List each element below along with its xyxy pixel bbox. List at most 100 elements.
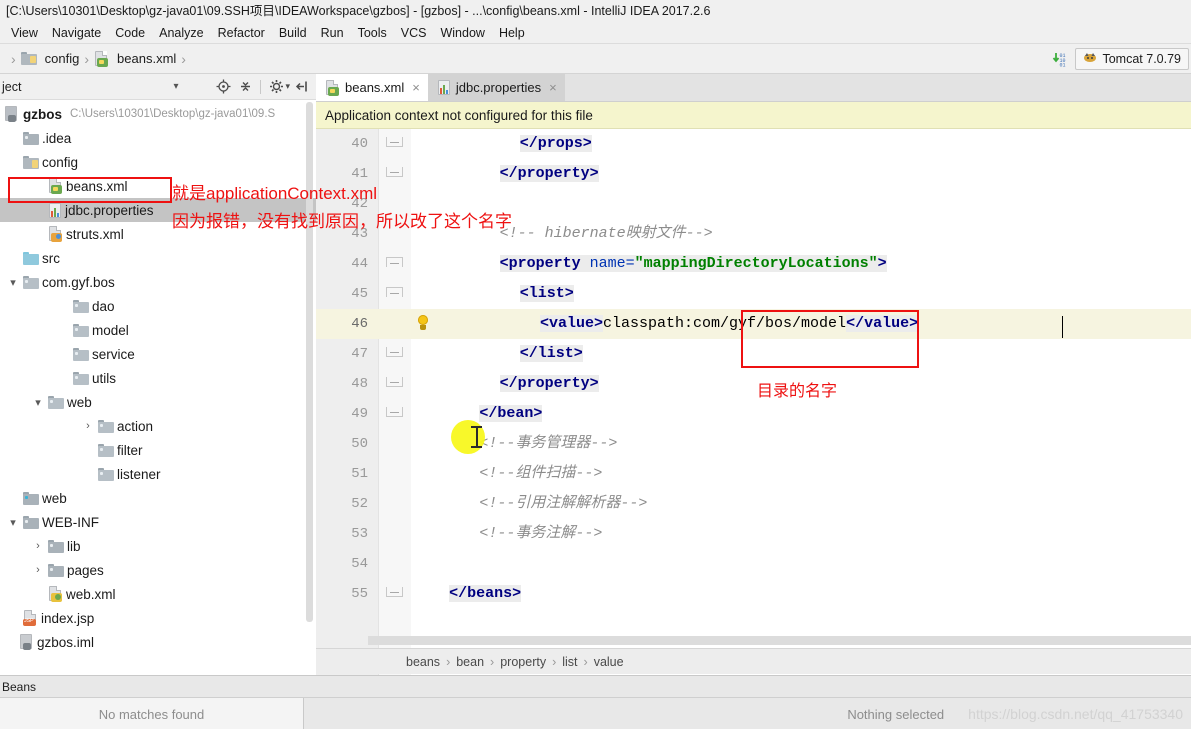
menu-item-build[interactable]: Build [272, 23, 314, 43]
breadcrumb-config-label: config [44, 51, 80, 66]
menu-item-window[interactable]: Window [433, 23, 491, 43]
editor-tab-jdbc-properties[interactable]: jdbc.properties × [427, 74, 565, 101]
code-text: </property> [499, 369, 599, 399]
chevron-down-icon[interactable]: ▾ [173, 81, 178, 92]
tree-item-index-jsp[interactable]: index.jsp [0, 606, 316, 630]
menu-item-refactor[interactable]: Refactor [211, 23, 272, 43]
fold-marker[interactable] [386, 257, 403, 267]
close-icon[interactable]: × [412, 80, 420, 95]
folder-icon [23, 515, 39, 529]
tree-item-lib[interactable]: › lib [0, 534, 316, 558]
chevron-right-icon[interactable]: › [81, 419, 95, 433]
tree-root-gzbos[interactable]: gzbos C:\Users\10301\Desktop\gz-java01\0… [0, 102, 316, 126]
menu-item-navigate[interactable]: Navigate [45, 23, 108, 43]
code-line-44[interactable]: 44 <property name="mappingDirectoryLocati… [316, 249, 1191, 279]
hide-panel-icon[interactable] [292, 77, 312, 97]
menu-item-code[interactable]: Code [108, 23, 152, 43]
tree-item-label: index.jsp [41, 610, 95, 626]
fold-marker[interactable] [386, 377, 403, 387]
menu-item-run[interactable]: Run [314, 23, 351, 43]
fold-marker[interactable] [386, 587, 403, 597]
intention-bulb-icon[interactable] [415, 314, 431, 334]
code-line-41[interactable]: 41 </property> [316, 159, 1191, 189]
run-configuration-selector[interactable]: Tomcat 7.0.79 [1075, 47, 1189, 70]
line-number: 51 [351, 466, 368, 482]
code-token: <!--事务管理器--> [479, 435, 618, 452]
tree-item-utils[interactable]: utils [0, 366, 316, 390]
menu-item-view[interactable]: View [4, 23, 45, 43]
tree-item-listener[interactable]: listener [0, 462, 316, 486]
chevron-down-icon[interactable]: ▾ [6, 275, 20, 289]
tree-item-com-gyf-bos[interactable]: ▾ com.gyf.bos [0, 270, 316, 294]
code-line-50[interactable]: 50 <!--事务管理器--> [316, 429, 1191, 459]
code-line-45[interactable]: 45 <list> [316, 279, 1191, 309]
tree-item-gzbos-iml[interactable]: gzbos.iml [0, 630, 316, 654]
code-line-49[interactable]: 49 </bean> [316, 399, 1191, 429]
editor-breadcrumb-item-property[interactable]: property [500, 655, 546, 669]
tree-item--idea[interactable]: .idea [0, 126, 316, 150]
code-line-48[interactable]: 48 </property> [316, 369, 1191, 399]
breadcrumb-item-beans-xml[interactable]: beans.xml › [94, 50, 191, 67]
chevron-down-icon[interactable]: ▾ [285, 81, 290, 92]
code-text: <!--引用注解解析器--> [479, 489, 647, 519]
tree-item-web[interactable]: ▾ web [0, 390, 316, 414]
fold-marker[interactable] [386, 347, 403, 357]
locate-file-icon[interactable] [213, 77, 233, 97]
editor-breadcrumb[interactable]: beans › bean › property › list › value [316, 648, 1191, 674]
menu-item-vcs[interactable]: VCS [394, 23, 434, 43]
breadcrumb-root[interactable]: › [6, 51, 21, 67]
tree-item-pages[interactable]: › pages [0, 558, 316, 582]
tree-item-label: com.gyf.bos [42, 274, 115, 290]
code-line-52[interactable]: 52 <!--引用注解解析器--> [316, 489, 1191, 519]
fold-marker[interactable] [386, 287, 403, 297]
chevron-right-icon[interactable]: › [31, 563, 45, 577]
collapse-all-icon[interactable] [235, 77, 255, 97]
fold-marker[interactable] [386, 167, 403, 177]
gear-icon[interactable] [266, 77, 286, 97]
tree-item-dao[interactable]: dao [0, 294, 316, 318]
tree-item-web-inf[interactable]: ▾ WEB-INF [0, 510, 316, 534]
menu-item-analyze[interactable]: Analyze [152, 23, 210, 43]
menu-item-help[interactable]: Help [492, 23, 532, 43]
close-icon[interactable]: × [549, 80, 557, 95]
code-text: <property name="mappingDirectoryLocation… [499, 249, 887, 279]
code-line-53[interactable]: 53 <!--事务注解--> [316, 519, 1191, 549]
tree-item-action[interactable]: › action [0, 414, 316, 438]
code-token: </property> [499, 165, 599, 182]
tree-item-config[interactable]: config [0, 150, 316, 174]
project-panel-title: ject [2, 79, 22, 94]
chevron-down-icon[interactable]: ▾ [31, 395, 45, 409]
download-updates-icon[interactable]: 01 10 01 [1051, 51, 1067, 67]
chevron-right-icon[interactable]: › [31, 539, 45, 553]
bottom-tab-beans[interactable]: Beans [0, 680, 36, 694]
editor-breadcrumb-item-value[interactable]: value [594, 655, 624, 669]
fold-marker[interactable] [386, 407, 403, 417]
breadcrumb-item-config[interactable]: config › [20, 51, 94, 67]
tree-item-web-xml[interactable]: web.xml [0, 582, 316, 606]
chevron-down-icon[interactable]: ▾ [6, 515, 20, 529]
code-line-54[interactable]: 54 [316, 549, 1191, 579]
menu-item-tools[interactable]: Tools [351, 23, 394, 43]
editor-horizontal-scrollbar[interactable] [368, 636, 1191, 645]
tree-item-filter[interactable]: filter [0, 438, 316, 462]
editor-breadcrumb-item-bean[interactable]: bean [456, 655, 484, 669]
status-bar: No matches found Nothing selected https:… [0, 697, 1191, 729]
package-icon [98, 443, 114, 457]
code-line-51[interactable]: 51 <!--组件扫描--> [316, 459, 1191, 489]
code-line-40[interactable]: 40 </props> [316, 129, 1191, 159]
tree-item-src[interactable]: src [0, 246, 316, 270]
tree-item-model[interactable]: model [0, 318, 316, 342]
tree-item-service[interactable]: service [0, 342, 316, 366]
editor-breadcrumb-item-beans[interactable]: beans [406, 655, 440, 669]
editor-tab-beans-xml[interactable]: beans.xml × [316, 74, 428, 101]
code-line-55[interactable]: 55 </beans> [316, 579, 1191, 609]
jsp-file-icon [23, 610, 38, 626]
fold-marker[interactable] [386, 137, 403, 147]
editor-breadcrumb-item-list[interactable]: list [562, 655, 577, 669]
tree-item-web[interactable]: web [0, 486, 316, 510]
tree-item-label: gzbos.iml [37, 634, 95, 650]
folder-web-icon [23, 491, 39, 505]
